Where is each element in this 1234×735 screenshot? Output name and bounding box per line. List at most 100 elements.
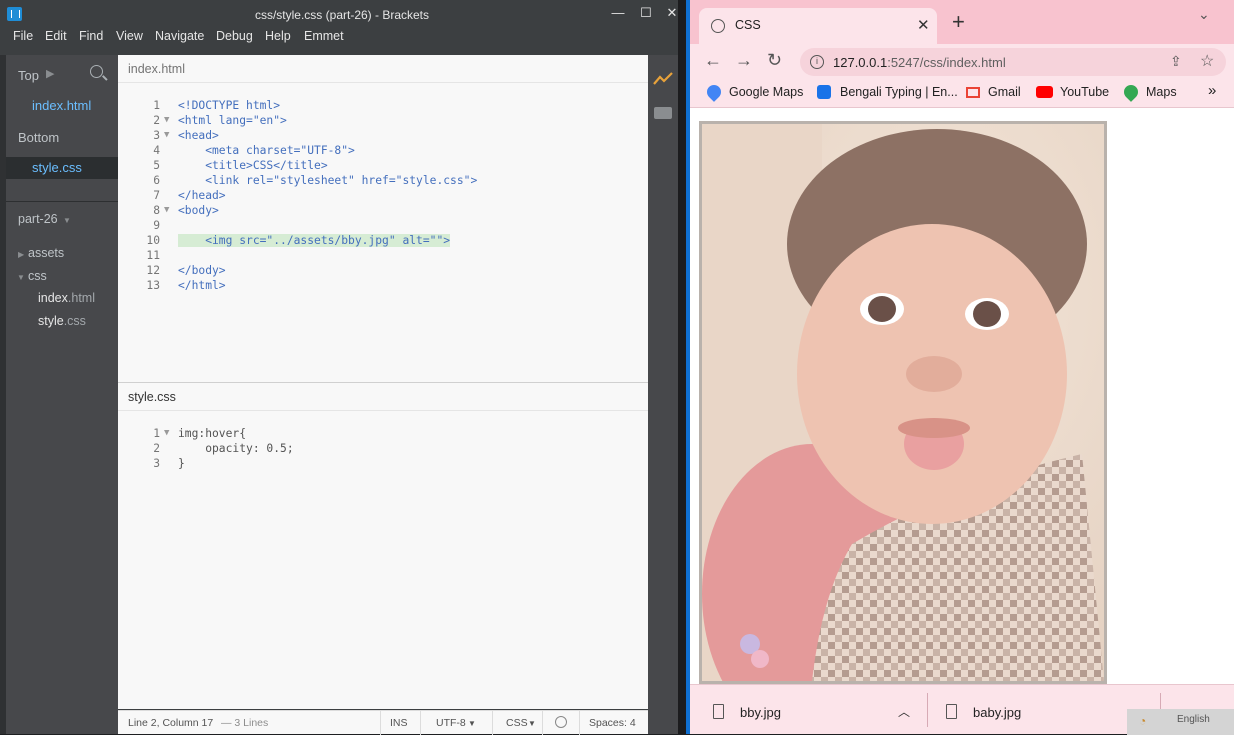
working-set-top-label: Top bbox=[18, 68, 39, 83]
window-title: css/style.css (part-26) - Brackets bbox=[254, 8, 430, 22]
chevron-up-icon[interactable]: ︿ bbox=[898, 703, 910, 720]
youtube-icon bbox=[1036, 86, 1053, 98]
line-number: 5 bbox=[153, 159, 160, 172]
folder-css[interactable]: css bbox=[28, 269, 47, 283]
title-bar: css/style.css (part-26) - Brackets — ☐ ✕ bbox=[0, 0, 684, 28]
line-number: 6 bbox=[153, 174, 160, 187]
status-divider bbox=[492, 711, 493, 735]
fold-icon[interactable]: ▼ bbox=[164, 428, 169, 438]
back-icon[interactable]: ← bbox=[704, 50, 722, 70]
sidebar-divider bbox=[6, 201, 118, 202]
site-info-icon[interactable]: i bbox=[810, 55, 824, 69]
insert-mode[interactable]: INS bbox=[390, 717, 408, 729]
line-number: 13 bbox=[146, 279, 160, 292]
bookmark-gmail[interactable]: Gmail bbox=[988, 85, 1021, 99]
status-divider bbox=[542, 711, 543, 735]
project-name[interactable]: part-26 bbox=[18, 212, 58, 226]
editor-pane-top[interactable]: index.html 1 <!DOCTYPE html> 2 ▼ <html lang… bbox=[118, 55, 648, 382]
tab-strip: CSS ✕ + ⌄ bbox=[690, 0, 1234, 44]
pane-header-bottom[interactable]: style.css bbox=[118, 383, 648, 411]
menu-debug[interactable]: Debug bbox=[216, 29, 253, 43]
tab-title: CSS bbox=[735, 18, 761, 32]
google-maps-icon bbox=[704, 82, 724, 102]
download-item-baby[interactable]: baby.jpg bbox=[973, 705, 1021, 720]
baby-photo[interactable] bbox=[699, 121, 1107, 684]
bookmark-google-maps[interactable]: Google Maps bbox=[729, 85, 803, 99]
browser-toolbar: ← → ↻ i 127.0.0.1:5247/css/index.html ⇪ … bbox=[690, 44, 1234, 78]
bookmark-youtube[interactable]: YouTube bbox=[1060, 85, 1109, 99]
bookmark-bengali-typing[interactable]: Bengali Typing | En... bbox=[840, 85, 958, 99]
line-number: 9 bbox=[153, 219, 160, 232]
search-icon[interactable] bbox=[90, 65, 103, 78]
reload-icon[interactable]: ↻ bbox=[767, 50, 782, 70]
download-divider bbox=[927, 693, 928, 727]
code-line: <html lang="en"> bbox=[178, 114, 287, 127]
line-count: — 3 Lines bbox=[221, 717, 269, 729]
right-toolbar bbox=[648, 55, 678, 734]
folder-collapsed-icon[interactable]: ▶ bbox=[18, 250, 24, 259]
tree-file-style[interactable]: style.css bbox=[38, 314, 86, 328]
menu-help[interactable]: Help bbox=[265, 29, 291, 43]
line-number: 2 bbox=[153, 114, 160, 127]
code-line: </head> bbox=[178, 189, 226, 202]
encoding-select[interactable]: UTF-8 bbox=[436, 717, 466, 729]
more-bookmarks-icon[interactable]: » bbox=[1208, 82, 1216, 99]
live-preview-icon[interactable] bbox=[653, 72, 673, 86]
new-tab-icon[interactable]: + bbox=[952, 11, 965, 33]
url-text[interactable]: 127.0.0.1:5247/css/index.html bbox=[833, 55, 1006, 70]
share-icon[interactable]: ⇪ bbox=[1170, 53, 1182, 70]
editor-pane-bottom[interactable]: style.css 1 ▼ img:hover{ 2 opacity: 0.5; 3… bbox=[118, 383, 648, 709]
fold-icon[interactable]: ▼ bbox=[164, 115, 169, 125]
working-set-bottom-label: Bottom bbox=[18, 130, 60, 145]
maximize-icon[interactable]: ☐ bbox=[633, 2, 659, 24]
download-item-bby[interactable]: bby.jpg bbox=[740, 705, 781, 720]
gmail-icon bbox=[966, 87, 980, 98]
line-number: 7 bbox=[153, 189, 160, 202]
linter-status-icon[interactable] bbox=[555, 716, 567, 728]
extension-manager-icon[interactable] bbox=[654, 107, 672, 119]
menu-view[interactable]: View bbox=[116, 29, 143, 43]
tree-file-index[interactable]: index.html bbox=[38, 291, 95, 305]
wifi-icon bbox=[817, 85, 831, 99]
code-line: </body> bbox=[178, 264, 226, 277]
line-number: 3 bbox=[153, 457, 160, 470]
status-bar: Line 2, Column 17 — 3 Lines INS UTF-8 ▼ … bbox=[118, 710, 648, 735]
indent-spaces[interactable]: Spaces: 4 bbox=[589, 717, 636, 729]
forward-icon[interactable]: → bbox=[735, 50, 753, 70]
tab-css[interactable]: CSS ✕ bbox=[699, 8, 937, 44]
sidebar: Top ▶ index.html Bottom style.css part-2… bbox=[6, 55, 118, 734]
language-select[interactable]: CSS bbox=[506, 717, 528, 729]
menu-find[interactable]: Find bbox=[79, 29, 103, 43]
menu-edit[interactable]: Edit bbox=[45, 29, 67, 43]
file-icon bbox=[946, 704, 957, 719]
minimize-icon[interactable]: — bbox=[605, 2, 631, 24]
chevron-down-icon[interactable]: ▼ bbox=[528, 719, 536, 728]
input-language[interactable]: English bbox=[1177, 714, 1210, 725]
line-number: 1 bbox=[153, 427, 160, 440]
menu-bar: File Edit Find View Navigate Debug Help … bbox=[0, 28, 684, 48]
working-file-index[interactable]: index.html bbox=[32, 98, 91, 113]
folder-assets[interactable]: assets bbox=[28, 246, 64, 260]
address-bar[interactable]: i 127.0.0.1:5247/css/index.html ⇪ ☆ bbox=[800, 48, 1226, 76]
tab-search-icon[interactable]: ⌄ bbox=[1198, 6, 1210, 23]
menu-file[interactable]: File bbox=[13, 29, 33, 43]
close-tab-icon[interactable]: ✕ bbox=[917, 16, 930, 34]
code-line: <meta charset="UTF-8"> bbox=[178, 144, 355, 157]
project-dropdown-icon[interactable]: ▼ bbox=[63, 216, 71, 225]
line-number: 11 bbox=[146, 249, 160, 262]
menu-navigate[interactable]: Navigate bbox=[155, 29, 204, 43]
fold-icon[interactable]: ▼ bbox=[164, 130, 169, 140]
brackets-window: css/style.css (part-26) - Brackets — ☐ ✕… bbox=[0, 0, 684, 735]
menu-emmet[interactable]: Emmet bbox=[304, 29, 344, 43]
working-file-style[interactable]: style.css bbox=[32, 160, 82, 175]
code-line: <body> bbox=[178, 204, 219, 217]
chevron-down-icon[interactable]: ▼ bbox=[468, 719, 476, 728]
bookmark-star-icon[interactable]: ☆ bbox=[1200, 51, 1214, 71]
folder-expanded-icon[interactable]: ▼ bbox=[17, 273, 25, 282]
pane-header-top[interactable]: index.html bbox=[118, 55, 648, 83]
tray-app-icon[interactable]: ◔ bbox=[1139, 714, 1146, 728]
fold-icon[interactable]: ▼ bbox=[164, 205, 169, 215]
code-line: <title>CSS</title> bbox=[178, 159, 328, 172]
bookmark-maps[interactable]: Maps bbox=[1146, 85, 1177, 99]
split-arrow-icon[interactable]: ▶ bbox=[46, 67, 54, 80]
